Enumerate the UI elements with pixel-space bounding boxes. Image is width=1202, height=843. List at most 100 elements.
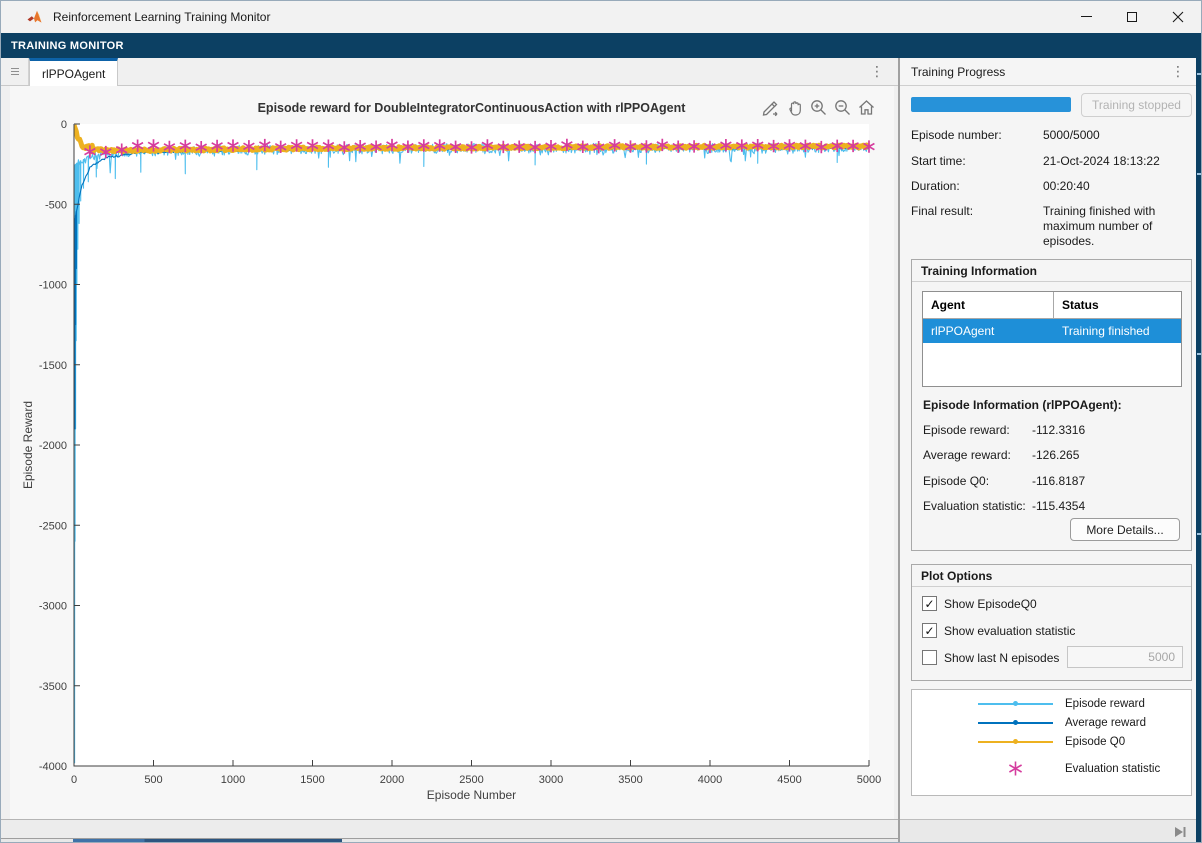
maximize-icon [1127, 12, 1137, 22]
plot-options-group: Plot Options Show EpisodeQ0 Show evaluat… [911, 564, 1192, 681]
minimize-button[interactable] [1063, 1, 1109, 32]
row-label: Episode reward: [923, 423, 1010, 437]
svg-text:4000: 4000 [698, 774, 722, 786]
checkbox-show-evaluation-statistic[interactable] [922, 623, 937, 638]
legend-item-episode-q0: Episode Q0 [978, 736, 1125, 748]
svg-text:3000: 3000 [539, 774, 563, 786]
svg-text:Episode Number: Episode Number [427, 788, 516, 802]
figure-canvas: 0 500 1000 1500 2000 2500 3000 3500 4000 4500 5000… [10, 86, 894, 819]
training-progress-panel: Training Progress ⋮ Training stopped Epi… [900, 58, 1197, 843]
legend-label: Episode reward [1065, 698, 1145, 710]
more-details-button[interactable]: More Details... [1070, 518, 1180, 541]
field-value: 5000/5000 [1043, 128, 1195, 143]
episode-info-title: Episode Information (rlPPOAgent): [923, 398, 1122, 412]
training-stopped-button[interactable]: Training stopped [1081, 93, 1192, 117]
show-episodeq0-option: Show EpisodeQ0 [922, 596, 1037, 611]
tab-grip-handle[interactable] [1, 58, 29, 85]
last-n-episodes-input[interactable]: 5000 [1067, 646, 1183, 668]
legend-item-episode-reward: Episode reward [978, 698, 1145, 710]
ribbon-tab-training-monitor[interactable]: TRAINING MONITOR [1, 40, 124, 52]
legend-line-sample [978, 741, 1053, 743]
progressbar-fill [911, 97, 1071, 112]
row-label: Average reward: [923, 448, 1011, 462]
training-information-group: Training Information Agent Status rlPPOA… [911, 259, 1192, 551]
legend-line-sample [978, 722, 1053, 724]
field-label: Duration: [911, 179, 960, 193]
matlab-logo-icon [27, 9, 43, 25]
svg-text:2500: 2500 [459, 774, 483, 786]
ribbon: TRAINING MONITOR [1, 33, 1201, 58]
legend-label: Episode Q0 [1065, 736, 1125, 748]
plot-legend: Episode reward Average reward Episode Q0… [911, 689, 1192, 796]
svg-text:3500: 3500 [618, 774, 642, 786]
document-tabstrip: rlPPOAgent ⋮ [1, 58, 898, 86]
checkbox-show-last-n-episodes[interactable] [922, 650, 937, 665]
panel-status-strip [900, 819, 1197, 843]
svg-text:0: 0 [71, 774, 77, 786]
panel-menu-icon[interactable]: ⋮ [1171, 64, 1185, 78]
group-title: Plot Options [912, 565, 1191, 587]
skip-end-icon[interactable] [1173, 825, 1187, 843]
app-window: Reinforcement Learning Training Monitor … [0, 0, 1202, 843]
row-label: Episode Q0: [923, 474, 989, 488]
checkbox-label: Show last N episodes [944, 651, 1059, 665]
training-progressbar [911, 97, 1071, 112]
evaluation-statistic-row: Evaluation statistic: -115.4354 [923, 499, 1026, 513]
background-window-sliver [1, 839, 898, 843]
svg-text:-1000: -1000 [39, 280, 67, 292]
svg-text:-3500: -3500 [39, 681, 67, 693]
average-reward-row: Average reward: -126.265 [923, 448, 1011, 462]
field-value: Training finished with maximum number of… [1043, 204, 1195, 249]
tab-overflow-menu-icon[interactable]: ⋮ [870, 64, 884, 78]
panel-title: Training Progress [900, 65, 1005, 79]
svg-text:Episode reward for DoubleInteg: Episode reward for DoubleIntegratorConti… [258, 101, 687, 115]
pan-icon[interactable] [785, 98, 804, 117]
home-icon[interactable] [857, 98, 876, 117]
export-icon[interactable] [761, 98, 780, 117]
show-last-n-episodes-option: Show last N episodes [922, 650, 1059, 665]
legend-item-average-reward: Average reward [978, 717, 1146, 729]
show-evaluation-statistic-option: Show evaluation statistic [922, 623, 1075, 638]
zoom-in-icon[interactable] [809, 98, 828, 117]
svg-text:5000: 5000 [857, 774, 881, 786]
field-final-result: Final result: Training finished with max… [911, 204, 973, 218]
close-icon [1172, 11, 1184, 23]
svg-text:4500: 4500 [777, 774, 801, 786]
zoom-out-icon[interactable] [833, 98, 852, 117]
row-label: Evaluation statistic: [923, 499, 1026, 513]
legend-line-sample [978, 703, 1053, 705]
column-status: Status [1054, 292, 1181, 318]
maximize-button[interactable] [1109, 1, 1155, 32]
close-button[interactable] [1155, 1, 1201, 32]
legend-label: Average reward [1065, 717, 1146, 729]
field-episode-number: Episode number: 5000/5000 [911, 128, 1002, 142]
cell-agent: rlPPOAgent [923, 319, 1054, 343]
column-agent: Agent [923, 292, 1054, 318]
episode-q0-row: Episode Q0: -116.8187 [923, 474, 989, 488]
episode-reward-row: Episode reward: -112.3316 [923, 423, 1010, 437]
row-value: -115.4354 [1032, 499, 1182, 513]
table-row[interactable]: rlPPOAgent Training finished [923, 319, 1181, 343]
training-plot[interactable]: 0 500 1000 1500 2000 2500 3000 3500 4000 4500 5000… [10, 86, 894, 819]
svg-text:1500: 1500 [300, 774, 324, 786]
tab-rlppoagent[interactable]: rlPPOAgent [29, 58, 118, 86]
field-start-time: Start time: 21-Oct-2024 18:13:22 [911, 154, 966, 168]
svg-text:2000: 2000 [380, 774, 404, 786]
svg-text:Episode Reward: Episode Reward [21, 401, 35, 489]
row-value: -112.3316 [1032, 423, 1182, 437]
field-label: Start time: [911, 154, 966, 168]
titlebar: Reinforcement Learning Training Monitor [1, 1, 1201, 33]
group-title: Training Information [912, 260, 1191, 282]
field-label: Episode number: [911, 128, 1002, 142]
tab-label: rlPPOAgent [42, 67, 105, 81]
legend-item-evaluation-statistic: Evaluation statistic [978, 760, 1160, 777]
svg-text:500: 500 [144, 774, 162, 786]
svg-text:-2500: -2500 [39, 520, 67, 532]
panel-header: Training Progress ⋮ [900, 58, 1197, 86]
horizontal-scrollbar[interactable] [1, 819, 898, 839]
svg-text:1000: 1000 [221, 774, 245, 786]
svg-text:0: 0 [61, 119, 67, 131]
axes-toolbar [761, 98, 876, 117]
checkbox-show-episodeq0[interactable] [922, 596, 937, 611]
right-dock-strip[interactable] [1196, 58, 1202, 843]
